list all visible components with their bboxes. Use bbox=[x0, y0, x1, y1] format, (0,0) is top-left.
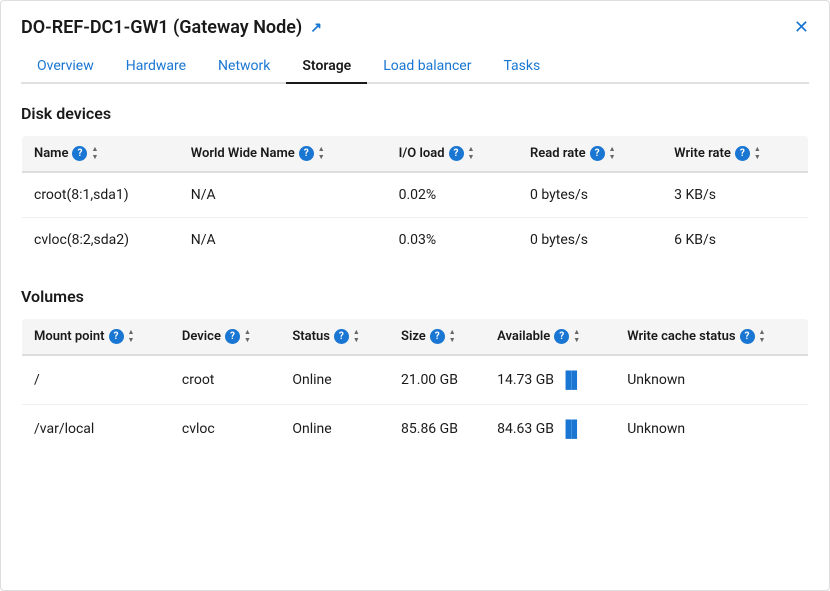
name-help-icon[interactable]: ? bbox=[72, 146, 87, 161]
mount-help-icon[interactable]: ? bbox=[109, 329, 124, 344]
disk-devices-table: Name ? World Wide Name ? I/O load bbox=[21, 135, 809, 263]
disk-row2-name: cvloc(8:2,sda2) bbox=[22, 218, 179, 263]
vol-row2-status: Online bbox=[280, 405, 389, 454]
panel-header: DO-REF-DC1-GW1 (Gateway Node) ↗ ✕ bbox=[21, 17, 809, 38]
wwn-help-icon[interactable]: ? bbox=[299, 146, 314, 161]
vol-row1-status: Online bbox=[280, 355, 389, 405]
write-sort-icon[interactable] bbox=[754, 146, 761, 161]
vol-row1-device: croot bbox=[170, 355, 280, 405]
col-available: Available ? bbox=[485, 319, 615, 356]
disk-row1-name: croot(8:1,sda1) bbox=[22, 172, 179, 218]
disk-row2-wwn: N/A bbox=[179, 218, 387, 263]
vol-row2-device: cvloc bbox=[170, 405, 280, 454]
col-name: Name ? bbox=[22, 136, 179, 173]
vol-row1-cache: Unknown bbox=[615, 355, 808, 405]
vol-row1-size: 21.00 GB bbox=[389, 355, 485, 405]
volumes-table: Mount point ? Device ? Status ? bbox=[21, 318, 809, 454]
disk-row2-io: 0.03% bbox=[387, 218, 518, 263]
disk-devices-title: Disk devices bbox=[21, 104, 809, 123]
available-sort-icon[interactable] bbox=[573, 329, 580, 344]
close-icon[interactable]: ✕ bbox=[794, 17, 809, 38]
vol-row2-size: 85.86 GB bbox=[389, 405, 485, 454]
size-help-icon[interactable]: ? bbox=[430, 329, 445, 344]
vol-row2-cache: Unknown bbox=[615, 405, 808, 454]
disk-row2-write: 6 KB/s bbox=[662, 218, 808, 263]
col-device: Device ? bbox=[170, 319, 280, 356]
bar-chart-icon[interactable]: ▐▌ bbox=[560, 370, 583, 390]
status-sort-icon[interactable] bbox=[353, 329, 360, 344]
col-read-rate: Read rate ? bbox=[518, 136, 662, 173]
tab-hardware[interactable]: Hardware bbox=[110, 50, 202, 84]
vol-row1-available: 14.73 GB ▐▌ bbox=[485, 355, 615, 405]
cache-help-icon[interactable]: ? bbox=[740, 329, 755, 344]
volumes-title: Volumes bbox=[21, 287, 809, 306]
tab-bar: Overview Hardware Network Storage Load b… bbox=[21, 50, 809, 84]
panel-title: DO-REF-DC1-GW1 (Gateway Node) ↗ bbox=[21, 17, 322, 38]
table-row: cvloc(8:2,sda2) N/A 0.03% 0 bytes/s 6 KB… bbox=[22, 218, 809, 263]
col-mount: Mount point ? bbox=[22, 319, 170, 356]
col-io-load: I/O load ? bbox=[387, 136, 518, 173]
table-row: croot(8:1,sda1) N/A 0.02% 0 bytes/s 3 KB… bbox=[22, 172, 809, 218]
tab-tasks[interactable]: Tasks bbox=[487, 50, 556, 84]
table-row: / croot Online 21.00 GB 14.73 GB ▐▌ Unkn… bbox=[22, 355, 809, 405]
bar-chart-icon[interactable]: ▐▌ bbox=[560, 419, 583, 439]
volumes-header-row: Mount point ? Device ? Status ? bbox=[22, 319, 809, 356]
col-write-cache: Write cache status ? bbox=[615, 319, 808, 356]
size-sort-icon[interactable] bbox=[449, 329, 456, 344]
external-link-icon[interactable]: ↗ bbox=[310, 20, 322, 36]
status-help-icon[interactable]: ? bbox=[334, 329, 349, 344]
tab-network[interactable]: Network bbox=[202, 50, 286, 84]
mount-sort-icon[interactable] bbox=[128, 329, 135, 344]
col-wwn: World Wide Name ? bbox=[179, 136, 387, 173]
col-status: Status ? bbox=[280, 319, 389, 356]
table-row: /var/local cvloc Online 85.86 GB 84.63 G… bbox=[22, 405, 809, 454]
tab-storage[interactable]: Storage bbox=[286, 50, 367, 84]
read-sort-icon[interactable] bbox=[609, 146, 616, 161]
disk-table-header-row: Name ? World Wide Name ? I/O load bbox=[22, 136, 809, 173]
read-help-icon[interactable]: ? bbox=[590, 146, 605, 161]
disk-row1-io: 0.02% bbox=[387, 172, 518, 218]
col-size: Size ? bbox=[389, 319, 485, 356]
device-sort-icon[interactable] bbox=[244, 329, 251, 344]
vol-row1-mount: / bbox=[22, 355, 170, 405]
tab-load-balancer[interactable]: Load balancer bbox=[367, 50, 487, 84]
disk-row1-write: 3 KB/s bbox=[662, 172, 808, 218]
col-write-rate: Write rate ? bbox=[662, 136, 808, 173]
available-help-icon[interactable]: ? bbox=[554, 329, 569, 344]
disk-row1-wwn: N/A bbox=[179, 172, 387, 218]
tab-overview[interactable]: Overview bbox=[21, 50, 110, 84]
disk-row2-read: 0 bytes/s bbox=[518, 218, 662, 263]
disk-row1-read: 0 bytes/s bbox=[518, 172, 662, 218]
vol-row2-available: 84.63 GB ▐▌ bbox=[485, 405, 615, 454]
cache-sort-icon[interactable] bbox=[759, 329, 766, 344]
wwn-sort-icon[interactable] bbox=[318, 146, 325, 161]
io-sort-icon[interactable] bbox=[468, 146, 475, 161]
main-panel: DO-REF-DC1-GW1 (Gateway Node) ↗ ✕ Overvi… bbox=[0, 0, 830, 591]
write-help-icon[interactable]: ? bbox=[735, 146, 750, 161]
device-help-icon[interactable]: ? bbox=[225, 329, 240, 344]
vol-row2-mount: /var/local bbox=[22, 405, 170, 454]
name-sort-icon[interactable] bbox=[91, 146, 98, 161]
io-help-icon[interactable]: ? bbox=[449, 146, 464, 161]
title-text: DO-REF-DC1-GW1 (Gateway Node) bbox=[21, 17, 302, 38]
